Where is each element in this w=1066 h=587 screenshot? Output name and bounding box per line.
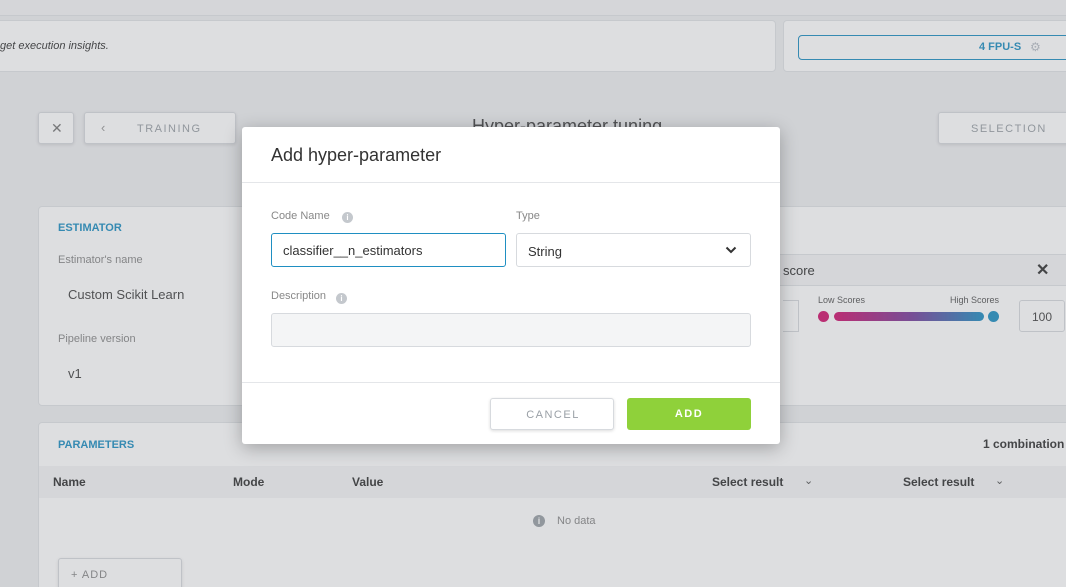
info-icon: i bbox=[342, 212, 353, 223]
cancel-button[interactable]: CANCEL bbox=[490, 398, 614, 430]
chevron-down-icon bbox=[725, 246, 737, 254]
code-name-input[interactable] bbox=[271, 233, 506, 267]
description-input[interactable] bbox=[271, 313, 751, 347]
dialog-title: Add hyper-parameter bbox=[271, 145, 442, 165]
dialog-footer-divider bbox=[242, 382, 780, 383]
description-label: Description bbox=[271, 290, 327, 302]
type-label: Type bbox=[516, 210, 540, 222]
cancel-label: CANCEL bbox=[526, 409, 580, 421]
add-hyper-parameter-dialog: Add hyper-parameter Code Name i Type Str… bbox=[242, 127, 780, 444]
code-name-label: Code Name bbox=[271, 210, 330, 222]
type-select-value: String bbox=[528, 244, 562, 259]
add-button[interactable]: ADD bbox=[627, 398, 751, 430]
add-label: ADD bbox=[674, 408, 704, 420]
info-icon: i bbox=[336, 293, 347, 304]
type-select[interactable]: String bbox=[516, 233, 751, 267]
